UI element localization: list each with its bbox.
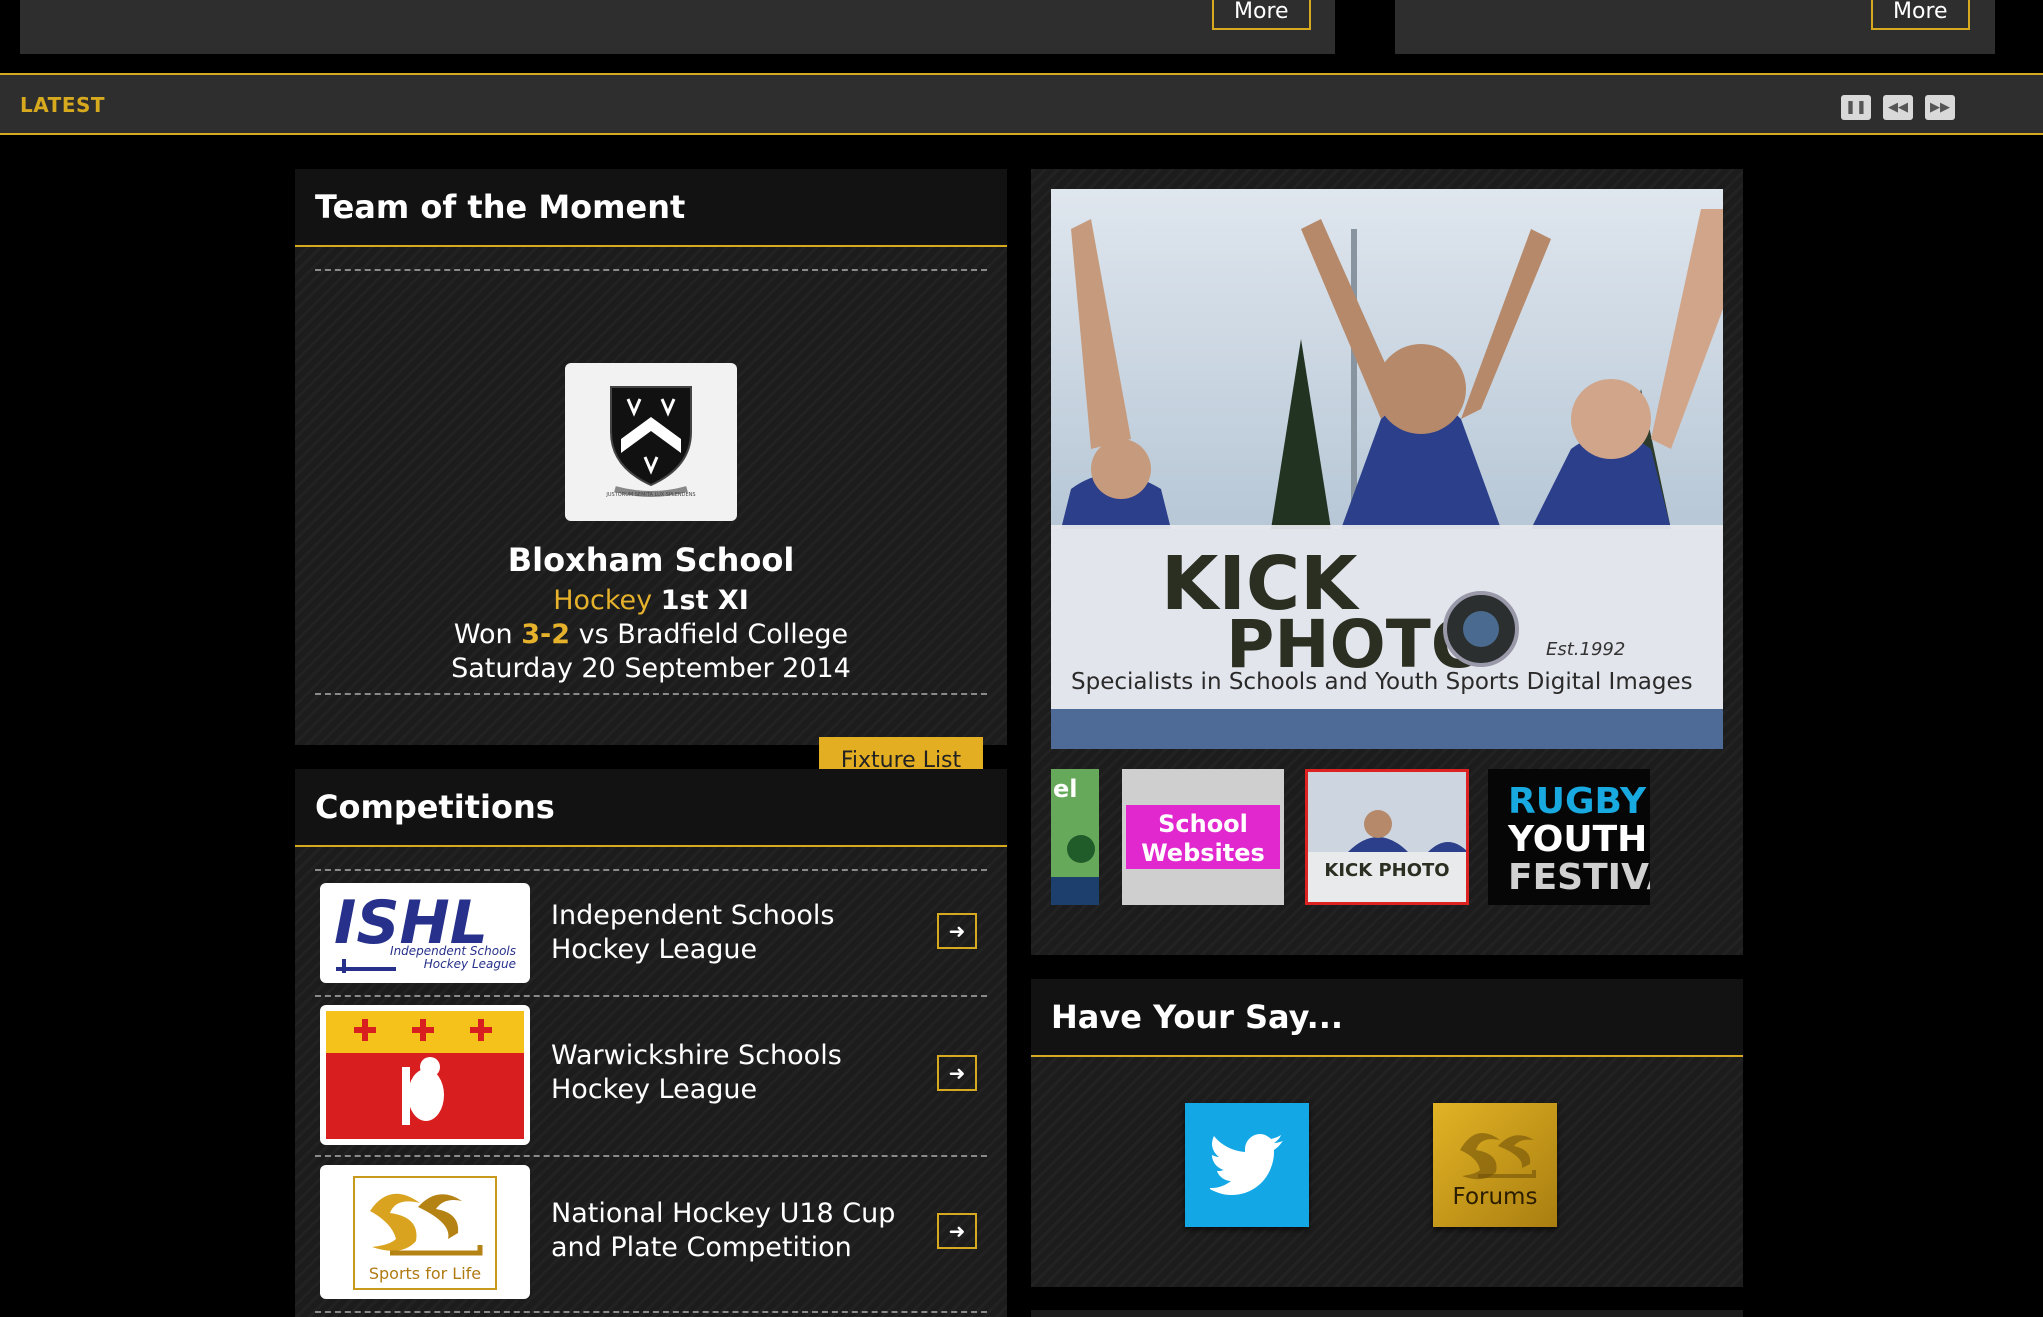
- competition-item[interactable]: Sports for Life National Hockey U18 Cup …: [315, 1165, 987, 1301]
- fast-forward-icon[interactable]: ▶▶: [1925, 95, 1955, 120]
- latest-label: LATEST: [20, 93, 106, 117]
- warwickshire-flag-logo: [320, 1005, 530, 1145]
- school-name[interactable]: Bloxham School: [295, 541, 1007, 579]
- divider: [315, 269, 987, 271]
- svg-text:YOUTH: YOUTH: [1507, 819, 1647, 860]
- competition-name-line1: National Hockey U18 Cup: [551, 1198, 896, 1229]
- twitter-bird-icon: [1210, 1134, 1283, 1195]
- arrow-right-icon[interactable]: ➜: [937, 1213, 977, 1249]
- result-line: Won 3-2 vs Bradfield College: [295, 619, 1007, 650]
- svg-text:JUSTORUM SEMITA LUX SPLENDENS: JUSTORUM SEMITA LUX SPLENDENS: [605, 492, 695, 498]
- opponent: vs Bradfield College: [578, 619, 849, 650]
- top-left-box: More: [20, 0, 1335, 54]
- competitions-panel: Competitions ISHL Independent Schools Ho…: [295, 769, 1007, 1317]
- more-button-right[interactable]: More: [1871, 0, 1970, 30]
- panel-title: Team of the Moment: [295, 169, 1007, 247]
- shield-icon: JUSTORUM SEMITA LUX SPLENDENS: [605, 386, 696, 498]
- forums-button[interactable]: Forums: [1433, 1103, 1557, 1227]
- panel-title: Competitions: [295, 769, 1007, 847]
- competition-name-line2: Hockey League: [551, 934, 758, 965]
- svg-text:Specialists in Schools and You: Specialists in Schools and Youth Sports …: [1071, 669, 1693, 695]
- result-prefix: Won: [453, 619, 513, 650]
- svg-text:Est.1992: Est.1992: [1546, 639, 1625, 660]
- divider: [315, 693, 987, 695]
- competition-name: Warwickshire Schools Hockey League: [551, 1039, 842, 1107]
- slider-thumb-active[interactable]: KICK PHOTO: [1305, 769, 1469, 905]
- svg-text:KICK PHOTO: KICK PHOTO: [1324, 860, 1449, 881]
- svg-text:el: el: [1053, 775, 1078, 803]
- divider: [315, 1155, 987, 1157]
- sports-for-life-logo: Sports for Life: [320, 1165, 530, 1299]
- rewind-icon[interactable]: ◀◀: [1883, 95, 1913, 120]
- competition-item[interactable]: ISHL Independent Schools Hockey League I…: [315, 883, 987, 985]
- next-panel-edge: [1031, 1310, 1743, 1317]
- pause-icon[interactable]: ❚❚: [1841, 95, 1871, 120]
- slider-thumb[interactable]: el: [1051, 769, 1099, 905]
- competition-name-line2: Hockey League: [551, 1074, 758, 1105]
- divider: [315, 995, 987, 997]
- svg-text:RUGBY: RUGBY: [1508, 781, 1647, 822]
- svg-text:Hockey League: Hockey League: [424, 957, 516, 971]
- score: 3-2: [521, 619, 570, 650]
- competition-name-line2: and Plate Competition: [551, 1232, 852, 1263]
- more-button-left[interactable]: More: [1212, 0, 1311, 30]
- competition-name-line1: Independent Schools: [551, 900, 835, 931]
- forums-logo-icon: [1460, 1132, 1536, 1180]
- latest-bar: LATEST ❚❚ ◀◀ ▶▶: [0, 73, 2043, 135]
- team-name: 1st XI: [660, 585, 749, 616]
- competition-name: National Hockey U18 Cup and Plate Compet…: [551, 1197, 895, 1265]
- arrow-right-icon[interactable]: ➜: [937, 913, 977, 949]
- divider: [315, 1311, 987, 1313]
- svg-text:Sports for Life: Sports for Life: [369, 1264, 481, 1283]
- have-your-say-panel: Have Your Say... Forums: [1031, 979, 1743, 1287]
- svg-text:School: School: [1158, 810, 1248, 838]
- team-of-moment-panel: Team of the Moment JUSTORUM SEMITA LUX S…: [295, 169, 1007, 783]
- panel-title: Have Your Say...: [1031, 979, 1743, 1057]
- sport-name: Hockey: [553, 585, 653, 616]
- slider-thumb[interactable]: RUGBY YOUTH FESTIVAL: [1488, 769, 1650, 905]
- forums-label: Forums: [1452, 1184, 1538, 1210]
- divider: [315, 869, 987, 871]
- slider-main-image[interactable]: KICK PHOTO Est.1992 Specialists in Schoo…: [1051, 189, 1723, 749]
- twitter-button[interactable]: [1185, 1103, 1309, 1227]
- school-crest[interactable]: JUSTORUM SEMITA LUX SPLENDENS: [565, 363, 737, 521]
- slider-thumbnails: el School Websites KICK PHOTO RUGBY YOUT…: [1051, 769, 1723, 909]
- svg-text:FESTIVAL: FESTIVAL: [1508, 857, 1650, 898]
- ishl-logo: ISHL Independent Schools Hockey League: [320, 883, 530, 983]
- match-date: Saturday 20 September 2014: [451, 653, 851, 684]
- svg-text:Websites: Websites: [1141, 839, 1265, 867]
- arrow-right-icon[interactable]: ➜: [937, 1055, 977, 1091]
- competition-name: Independent Schools Hockey League: [551, 899, 834, 967]
- svg-text:Independent Schools: Independent Schools: [390, 944, 516, 958]
- ticker-controls: ❚❚ ◀◀ ▶▶: [1841, 95, 1955, 120]
- sponsor-slider-panel: KICK PHOTO Est.1992 Specialists in Schoo…: [1031, 169, 1743, 955]
- team-line: Hockey 1st XI: [295, 585, 1007, 616]
- competition-item[interactable]: Warwickshire Schools Hockey League ➜: [315, 1005, 987, 1147]
- competition-name-line1: Warwickshire Schools: [551, 1040, 842, 1071]
- top-right-box: More: [1395, 0, 1995, 54]
- slider-thumb[interactable]: School Websites: [1122, 769, 1284, 905]
